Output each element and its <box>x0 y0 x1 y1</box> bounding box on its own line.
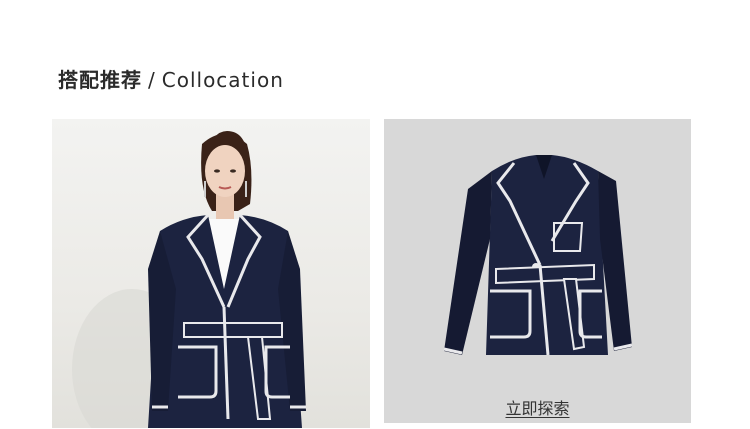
model-photo-card[interactable] <box>52 119 370 428</box>
product-photo-card[interactable]: 立即探索 <box>384 119 691 423</box>
section-title-en: Collocation <box>161 68 284 92</box>
section-title-separator: / <box>148 68 156 92</box>
section-title-cn: 搭配推荐 <box>58 68 142 92</box>
model-photo <box>72 131 306 428</box>
explore-now-link[interactable]: 立即探索 <box>384 395 691 419</box>
section-title: 搭配推荐 / Collocation <box>58 64 284 93</box>
collocation-page: 搭配推荐 / Collocation 立即探索 <box>0 0 750 429</box>
product-photo <box>443 155 633 356</box>
